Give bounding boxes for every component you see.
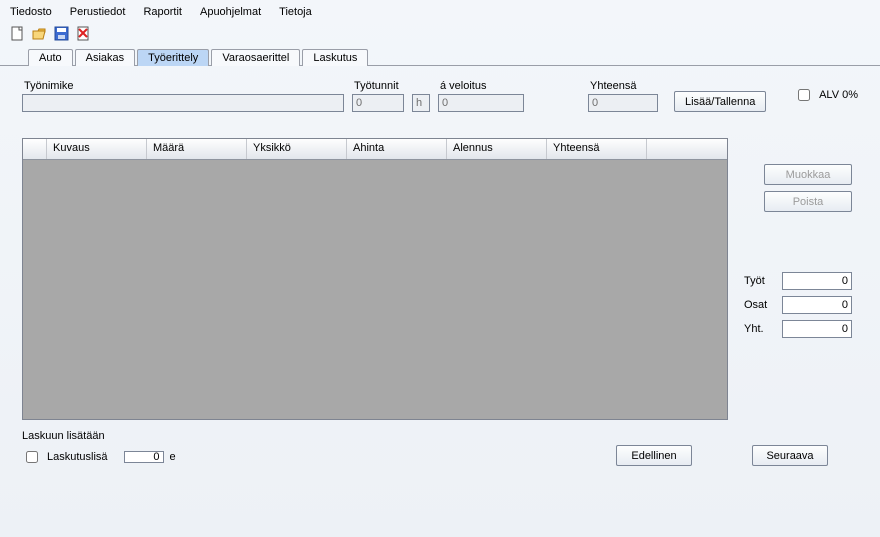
alv-0-checkbox-input[interactable]: [798, 89, 810, 101]
menu-item-about[interactable]: Tietoja: [279, 6, 312, 18]
new-icon[interactable]: [10, 26, 26, 42]
delete-icon[interactable]: [76, 26, 92, 42]
menu-item-basic-data[interactable]: Perustiedot: [70, 6, 126, 18]
aveloitus-input[interactable]: [438, 94, 524, 112]
tab-tyoerittely[interactable]: Työerittely: [137, 49, 209, 66]
grid-corner: [23, 139, 47, 159]
osat-label: Osat: [744, 299, 774, 311]
tab-auto[interactable]: Auto: [28, 49, 73, 66]
laskutuslisa-row: Laskutuslisä e: [22, 448, 176, 466]
alv-0-checkbox[interactable]: ALV 0%: [794, 86, 858, 104]
menu-item-reports[interactable]: Raportit: [143, 6, 182, 18]
laskutuslisa-label: Laskutuslisä: [47, 451, 108, 463]
yhteensa-input: [588, 94, 658, 112]
next-button[interactable]: Seuraava: [752, 445, 828, 466]
tab-content: Työnimike Työtunnit á veloitus Yhteensä …: [0, 76, 880, 420]
grid-col-alennus[interactable]: Alennus: [447, 139, 547, 159]
tab-laskutus[interactable]: Laskutus: [302, 49, 368, 66]
menu-item-file[interactable]: Tiedosto: [10, 6, 52, 18]
fields-row: Työnimike Työtunnit á veloitus Yhteensä …: [22, 80, 858, 112]
invoice-additions: Laskuun lisätään Laskutuslisä e: [22, 430, 176, 466]
totals-block: Työt Osat Yht.: [744, 272, 852, 338]
yht-label: Yht.: [744, 323, 774, 335]
laskutuslisa-unit: e: [170, 451, 176, 463]
work-items-grid[interactable]: Kuvaus Määrä Yksikkö Ahinta Alennus Yhte…: [22, 138, 728, 420]
tyot-value: [782, 272, 852, 290]
laskutuslisa-checkbox[interactable]: [26, 451, 38, 463]
previous-button[interactable]: Edellinen: [616, 445, 692, 466]
tyonimike-label: Työnimike: [24, 80, 344, 92]
tab-varaosaerittely[interactable]: Varaosaerittel: [211, 49, 300, 66]
laskutuslisa-input[interactable]: [124, 451, 164, 463]
edit-button[interactable]: Muokkaa: [764, 164, 852, 185]
grid-col-kuvaus[interactable]: Kuvaus: [47, 139, 147, 159]
grid-col-ahinta[interactable]: Ahinta: [347, 139, 447, 159]
yht-value: [782, 320, 852, 338]
tyotunnit-label: Työtunnit: [354, 80, 404, 92]
invoice-additions-title: Laskuun lisätään: [22, 430, 176, 442]
tyotunnit-unit-input: [412, 94, 430, 112]
footer: Laskuun lisätään Laskutuslisä e Edelline…: [0, 430, 880, 466]
save-icon[interactable]: [54, 26, 70, 42]
grid-col-yhteensa[interactable]: Yhteensä: [547, 139, 647, 159]
delete-button[interactable]: Poista: [764, 191, 852, 212]
blank: [414, 80, 430, 92]
grid-col-empty: [647, 139, 727, 159]
add-save-button[interactable]: Lisää/Tallenna: [674, 91, 766, 112]
tyotunnit-input[interactable]: [352, 94, 404, 112]
osat-value: [782, 296, 852, 314]
aveloitus-label: á veloitus: [440, 80, 524, 92]
grid-col-yksikko[interactable]: Yksikkö: [247, 139, 347, 159]
tyonimike-input[interactable]: [22, 94, 344, 112]
tab-bar: Auto Asiakas Työerittely Varaosaerittel …: [0, 48, 880, 65]
grid-col-maara[interactable]: Määrä: [147, 139, 247, 159]
menu-bar: Tiedosto Perustiedot Raportit Apuohjelma…: [0, 0, 880, 22]
yhteensa-label: Yhteensä: [590, 80, 658, 92]
alv-0-label: ALV 0%: [819, 89, 858, 101]
toolbar: [0, 22, 880, 48]
grid-header: Kuvaus Määrä Yksikkö Ahinta Alennus Yhte…: [23, 139, 727, 160]
open-icon[interactable]: [32, 26, 48, 42]
side-column: Muokkaa Poista Työt Osat Yht.: [744, 138, 858, 420]
menu-item-tools[interactable]: Apuohjelmat: [200, 6, 261, 18]
tyot-label: Työt: [744, 275, 774, 287]
tab-asiakas[interactable]: Asiakas: [75, 49, 136, 66]
